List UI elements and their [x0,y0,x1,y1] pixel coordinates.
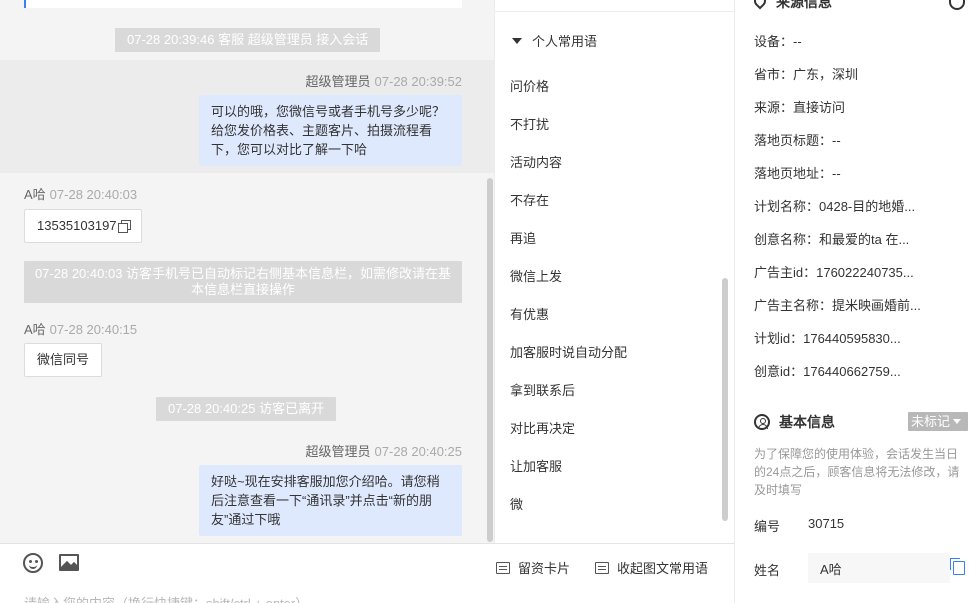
copy-icon[interactable] [117,220,131,233]
lead-card-label: 留资卡片 [518,561,571,576]
message-time: 07-28 20:40:15 [49,322,138,337]
source-row-creative-name: 创意名称：和最爱的ta 在... [754,232,910,247]
id-value: 30715 [808,516,845,531]
phrase-item[interactable]: 不存在 [510,190,549,209]
caret-down-icon [953,419,962,424]
source-row-advertiser-name: 广告主名称：提米映画婚前... [754,298,921,313]
phrase-item[interactable]: 拿到联系后 [510,380,575,399]
message-meta: A哈 07-28 20:40:03 [24,184,137,203]
sender-name: A哈 [24,322,46,337]
sender-name: 超级管理员 [305,444,371,459]
message-time: 07-28 20:39:52 [374,74,462,89]
name-label: 姓名 [754,563,781,578]
edit-deadline-note: 为了保障您的使用体验，会话发生当日的24点之后，顾客信息将无法修改，请及时填写 [754,447,960,497]
copy-icon[interactable] [950,558,965,575]
lead-card-button[interactable]: 留资卡片 [496,558,570,577]
system-message-left: 07-28 20:40:25 访客已离开 [156,397,337,421]
sender-name: 超级管理员 [305,74,371,89]
image-icon[interactable] [59,554,79,571]
phrase-item[interactable]: 让加客服 [510,456,562,475]
message-meta: 超级管理员 07-28 20:40:25 [306,441,462,460]
tag-status-dropdown[interactable]: 未标记 [908,412,968,431]
sender-name: A哈 [24,187,46,202]
visitor-message-bubble: 13535103197 [24,209,142,243]
phrase-group-title: 个人常用语 [532,34,598,49]
card-icon [595,562,609,574]
basic-info-label: 基本信息 [779,414,835,430]
chat-scrollbar[interactable] [487,178,493,542]
message-meta: A哈 07-28 20:40:15 [24,319,137,338]
emoji-icon[interactable] [23,553,43,573]
tag-status-label: 未标记 [911,414,951,429]
collapse-phrases-button[interactable]: 收起图文常用语 [595,558,708,577]
message-time: 07-28 20:40:03 [49,187,138,202]
phrases-scrollbar[interactable] [722,278,728,521]
system-message-join: 07-28 20:39:46 客服 超级管理员 接入会话 [115,28,381,52]
source-row-device: 设备：-- [754,34,802,49]
source-row-source: 来源：直接访问 [754,100,846,115]
previous-message-card [24,0,462,8]
collapse-phrases-label: 收起图文常用语 [617,561,709,576]
source-row-plan-name: 计划名称：0428-目的地婚... [754,199,916,214]
phrase-item[interactable]: 问价格 [510,76,549,95]
divider [495,11,734,12]
id-label: 编号 [754,519,781,534]
source-row-advertiser-id: 广告主id：176022240735... [754,265,914,280]
phrase-item[interactable]: 微信上发 [510,266,562,285]
source-row-landing-title: 落地页标题：-- [754,133,841,148]
phone-number-text: 13535103197 [37,218,117,233]
source-row-creative-id: 创意id：176440662759... [754,364,901,379]
agent-message-bubble: 好哒~现在安排客服加您介绍哈。请您稍后注意查看一下“通讯录”并点击“新的朋友”通… [199,465,462,536]
phrase-item[interactable]: 再追 [510,228,536,247]
input-bar: 留资卡片 收起图文常用语 请输入您的内容（换行快捷键：shift/ctrl + … [0,543,734,603]
source-info-label: 来源信息 [776,0,832,10]
phrases-panel: 个人常用语 问价格 不打扰 活动内容 不存在 再追 微信上发 有优惠 加客服时说… [494,0,734,543]
source-row-city: 省市：广东，深圳 [754,67,859,82]
basic-info-title: 基本信息 [754,412,835,432]
phrase-group-header[interactable]: 个人常用语 [512,31,604,50]
source-row-plan-id: 计划id：176440595830... [754,331,901,346]
phrase-item[interactable]: 活动内容 [510,152,562,171]
message-time: 07-28 20:40:25 [374,444,462,459]
source-info-title: 来源信息 [751,0,832,12]
message-meta: 超级管理员 07-28 20:39:52 [306,71,462,90]
info-panel: 来源信息 设备：-- 省市：广东，深圳 来源：直接访问 落地页标题：-- 落地页… [734,0,969,603]
card-icon [496,562,510,574]
caret-down-icon [512,38,522,44]
phrase-item[interactable]: 微 [510,494,523,513]
phrase-item[interactable]: 有优惠 [510,304,549,323]
visitor-message-bubble: 微信同号 [24,343,103,377]
phrase-item[interactable]: 对比再决定 [510,418,575,437]
source-row-landing-url: 落地页地址：-- [754,166,841,181]
agent-message-bubble: 可以的哦，您微信号或者手机号多少呢？给您发价格表、主题客片、拍摄流程看下，您可以… [199,95,462,166]
shield-icon[interactable] [949,0,965,10]
message-input[interactable]: 请输入您的内容（换行快捷键：shift/ctrl + enter） [24,593,308,603]
phrase-item[interactable]: 加客服时说自动分配 [510,342,627,361]
location-pin-icon [751,0,769,10]
name-field[interactable] [808,553,950,583]
phrase-item[interactable]: 不打扰 [510,114,549,133]
user-icon [754,414,770,430]
chat-panel: 07-28 20:39:46 客服 超级管理员 接入会话 超级管理员 07-28 … [0,0,494,543]
system-message-phone-tagged: 07-28 20:40:03 访客手机号已自动标记右侧基本信息栏，如需修改请在基… [24,261,462,303]
